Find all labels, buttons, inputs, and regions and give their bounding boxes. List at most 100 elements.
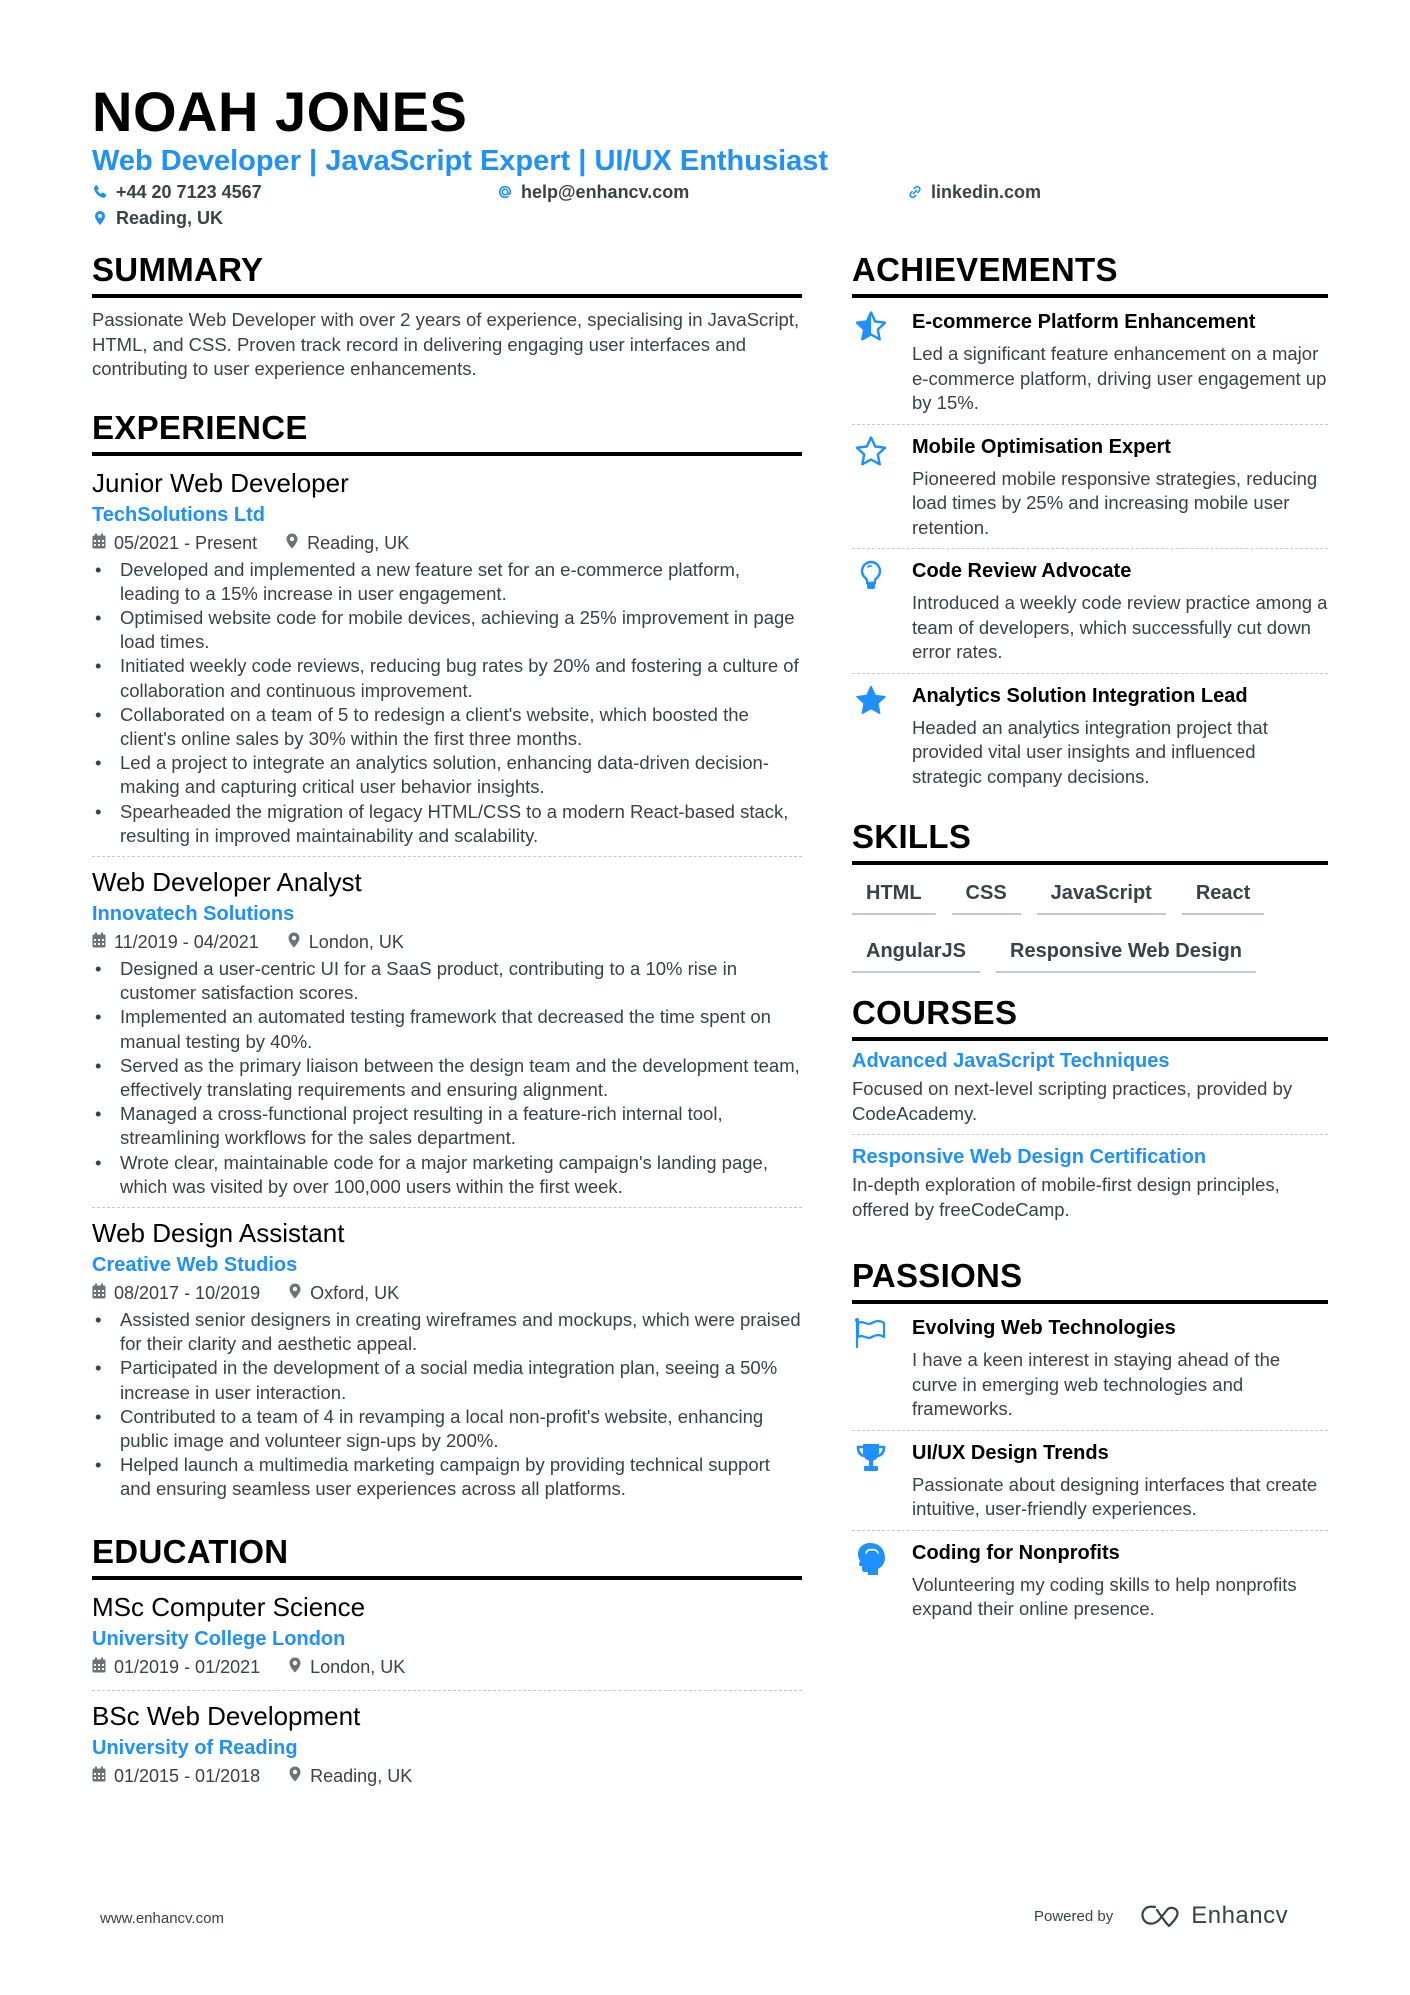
skills-section: SKILLS HTML CSS JavaScript React AngularJS Re… [852, 817, 1328, 991]
job-title: Junior Web Developer [92, 467, 349, 498]
job-title: Web Design Assistant [92, 1217, 345, 1248]
passions-list: Evolving Web Technologies I have a keen i… [852, 1306, 1328, 1630]
trophy-icon [852, 1439, 912, 1522]
phone-text: +44 20 7123 4567 [116, 182, 262, 202]
passion-item: UI/UX Design Trends Passionate about desi… [852, 1431, 1328, 1531]
education-section: EDUCATION MSc Computer Science University… [92, 1532, 802, 1799]
bullet-item: Assisted senior designers in creating wi… [92, 1308, 802, 1356]
dates-text: 01/2015 - 01/2018 [114, 1765, 261, 1786]
bullet-item: Helped launch a multimedia marketing cam… [92, 1453, 802, 1501]
bullet-item: Spearheaded the migration of legacy HTML… [92, 800, 802, 848]
education-heading: EDUCATION [92, 1532, 802, 1580]
passion-title: Evolving Web Technologies [912, 1317, 1176, 1339]
email-text: help@enhancv.com [521, 182, 690, 202]
entry-location: London, UK [288, 1654, 405, 1680]
flag-icon [852, 1314, 912, 1422]
enhancv-brand[interactable]: Enhancv [1139, 1902, 1288, 1930]
course-title[interactable]: Advanced JavaScript Techniques [852, 1047, 1328, 1075]
achievements-heading: ACHIEVEMENTS [852, 250, 1328, 298]
calendar-icon [92, 1763, 106, 1789]
contact-location: Reading, UK [92, 206, 223, 230]
dates-text: 11/2019 - 04/2021 [114, 931, 259, 952]
location-text: Reading, UK [307, 532, 410, 553]
achievement-item: Analytics Solution Integration Lead Heade… [852, 674, 1328, 798]
passions-heading: PASSIONS [852, 1256, 1328, 1304]
calendar-icon [92, 929, 106, 955]
calendar-icon [92, 1280, 106, 1306]
school-name[interactable]: University College London [92, 1624, 802, 1654]
bullet-item: Developed and implemented a new feature … [92, 558, 802, 606]
degree-name: BSc Web Development [92, 1700, 361, 1731]
skill-tag: CSS [951, 875, 1021, 915]
entry-dates: 01/2019 - 01/2021 [92, 1654, 260, 1680]
achievement-title: Code Review Advocate [912, 560, 1132, 582]
passion-item: Coding for Nonprofits Volunteering my cod… [852, 1531, 1328, 1630]
at-icon [497, 183, 513, 201]
star-half-icon [852, 308, 912, 416]
contact-email[interactable]: help@enhancv.com [497, 180, 689, 204]
skills-list: HTML CSS JavaScript React AngularJS Responsiv… [852, 875, 1328, 991]
bullet-item: Served as the primary liaison between th… [92, 1054, 802, 1102]
lightbulb-icon [852, 557, 912, 665]
contact-link[interactable]: linkedin.com [907, 180, 1041, 204]
entry-meta: 01/2015 - 01/2018 Reading, UK [92, 1763, 802, 1789]
bullet-item: Initiated weekly code reviews, reducing … [92, 654, 802, 702]
map-pin-icon [288, 1654, 302, 1680]
passion-body: Coding for Nonprofits Volunteering my cod… [912, 1539, 1328, 1622]
experience-entry: Web Design Assistant Creative Web Studios… [92, 1216, 802, 1510]
entry-meta: 01/2019 - 01/2021 London, UK [92, 1654, 802, 1680]
contact-phone[interactable]: +44 20 7123 4567 [92, 180, 262, 204]
entry-dates: 08/2017 - 10/2019 [92, 1280, 260, 1306]
achievement-body: Analytics Solution Integration Lead Heade… [912, 682, 1328, 790]
bullet-item: Contributed to a team of 4 in revamping … [92, 1405, 802, 1453]
footer-website[interactable]: www.enhancv.com [100, 1910, 224, 1927]
passion-item: Evolving Web Technologies I have a keen i… [852, 1306, 1328, 1431]
passion-description: I have a keen interest in staying ahead … [912, 1349, 1281, 1419]
education-list: MSc Computer Science University College L… [92, 1590, 802, 1799]
dates-text: 01/2019 - 01/2021 [114, 1656, 261, 1677]
skills-heading: SKILLS [852, 817, 1328, 865]
brand-text: Enhancv [1191, 1902, 1289, 1929]
passion-title: UI/UX Design Trends [912, 1441, 1109, 1464]
right-column: ACHIEVEMENTS E-commerce Platform Enhance… [852, 250, 1328, 1630]
passion-body: UI/UX Design Trends Passionate about desi… [912, 1439, 1328, 1522]
company-name[interactable]: TechSolutions Ltd [92, 500, 802, 530]
entry-meta: 11/2019 - 04/2021 London, UK [92, 929, 802, 955]
map-pin-icon [288, 1280, 302, 1306]
calendar-icon [92, 530, 106, 556]
candidate-title: Web Developer | JavaScript Expert | UI/U… [92, 145, 829, 177]
skill-tag: JavaScript [1036, 875, 1166, 915]
company-name[interactable]: Innovatech Solutions [92, 899, 802, 929]
achievement-description: Pioneered mobile responsive strategies, … [912, 467, 1318, 538]
bullet-item: Participated in the development of a soc… [92, 1356, 802, 1404]
course-item: Advanced JavaScript Techniques Focused on… [852, 1047, 1328, 1135]
company-name[interactable]: Creative Web Studios [92, 1250, 802, 1280]
dates-text: 05/2021 - Present [114, 532, 258, 553]
bullet-item: Collaborated on a team of 5 to redesign … [92, 703, 802, 751]
achievement-item: E-commerce Platform Enhancement Led a sig… [852, 300, 1328, 425]
course-item: Responsive Web Design Certification In-de… [852, 1143, 1328, 1230]
passions-section: PASSIONS Evolving Web Technologies I have… [852, 1256, 1328, 1630]
entry-location: London, UK [287, 929, 404, 955]
calendar-icon [92, 1654, 106, 1680]
entry-meta: 05/2021 - Present Reading, UK [92, 530, 802, 556]
skill-tag: Responsive Web Design [996, 933, 1256, 973]
enhancv-logo-icon [1141, 1905, 1179, 1928]
achievement-body: Mobile Optimisation Expert Pioneered mobi… [912, 433, 1328, 541]
passion-title: Coding for Nonprofits [912, 1541, 1120, 1564]
phone-icon [92, 183, 108, 201]
courses-list: Advanced JavaScript Techniques Focused on… [852, 1047, 1328, 1230]
entry-dates: 01/2015 - 01/2018 [92, 1763, 260, 1789]
school-name[interactable]: University of Reading [92, 1733, 802, 1763]
course-title[interactable]: Responsive Web Design Certification [852, 1143, 1328, 1171]
star-outline-icon [852, 433, 912, 541]
achievement-body: Code Review Advocate Introduced a weekly … [912, 557, 1328, 665]
course-description: Focused on next-level scripting practice… [852, 1078, 1293, 1124]
dates-text: 08/2017 - 10/2019 [114, 1282, 261, 1303]
experience-heading: EXPERIENCE [92, 408, 802, 456]
skill-tag: AngularJS [852, 933, 981, 973]
powered-by-text: Powered by [1034, 1907, 1114, 1925]
entry-dates: 05/2021 - Present [92, 530, 257, 556]
experience-entry: Junior Web Developer TechSolutions Ltd 05/… [92, 466, 802, 857]
left-column: SUMMARY Passionate Web Developer with ov… [92, 250, 802, 1799]
